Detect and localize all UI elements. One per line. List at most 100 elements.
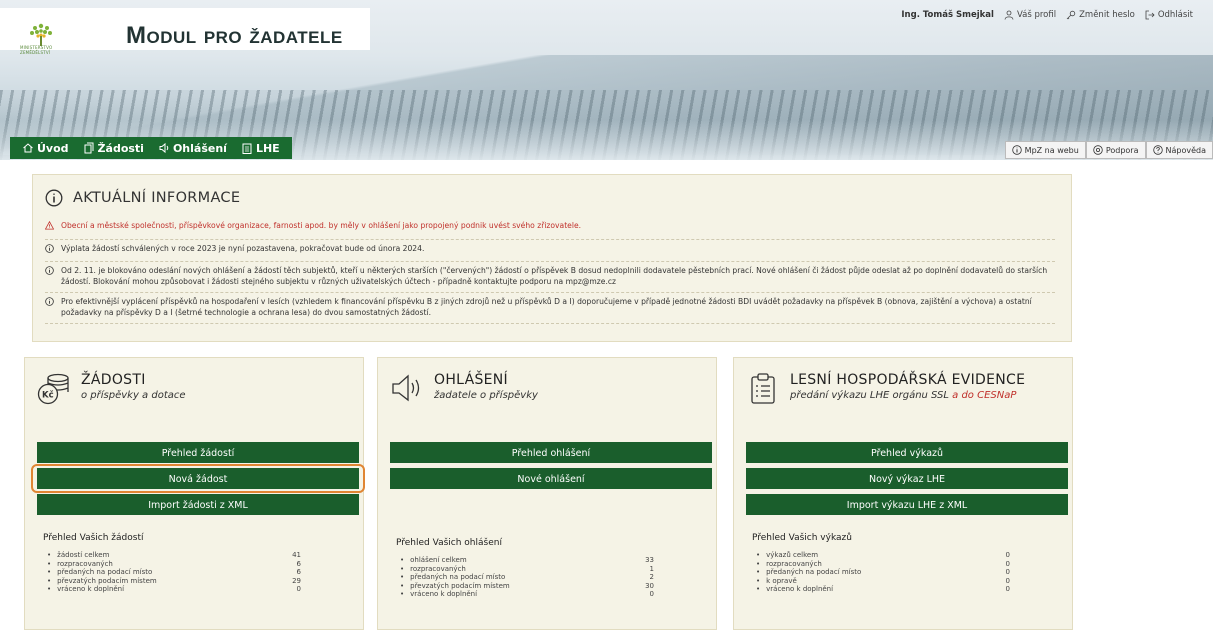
new-request-wrapper: Nová žádost bbox=[31, 464, 365, 493]
home-icon bbox=[23, 143, 33, 153]
info-message-text: Od 2. 11. je blokováno odeslání nových o… bbox=[61, 266, 1048, 286]
card-lhe: LESNÍ HOSPODÁŘSKÁ EVIDENCE předání výkaz… bbox=[733, 357, 1073, 630]
stats-value: 0 bbox=[296, 585, 301, 594]
stats-row: předaných na podací místo 2 bbox=[396, 573, 704, 582]
stats-row: předaných na podací místo 6 bbox=[43, 568, 351, 577]
card-header: LESNÍ HOSPODÁŘSKÁ EVIDENCE předání výkaz… bbox=[746, 372, 1060, 442]
mpz-web-label: MpZ na webu bbox=[1024, 145, 1079, 155]
warning-icon bbox=[44, 220, 55, 230]
nav-item-ohlaseni[interactable]: Ohlášení bbox=[158, 142, 227, 155]
user-name: Ing. Tomáš Smejkal bbox=[901, 10, 994, 20]
stats-row: předaných na podací místo 0 bbox=[752, 568, 1060, 577]
card-subtitle: žadatele o příspěvky bbox=[434, 390, 538, 401]
help-toolbar: MpZ na webu Podpora Nápověda bbox=[1004, 141, 1213, 159]
stats-label: vráceno k doplnění bbox=[396, 590, 477, 599]
info-icon bbox=[45, 266, 54, 275]
highlight-outline bbox=[31, 464, 365, 493]
stats-label: rozpracovaných bbox=[752, 560, 822, 569]
import-lhe-xml-button[interactable]: Import výkazu LHE z XML bbox=[746, 494, 1068, 515]
logout-label: Odhlásit bbox=[1157, 10, 1193, 20]
card-zadosti: Kč ŽÁDOSTI o příspěvky a dotace Přehled … bbox=[24, 357, 365, 630]
stats-value: 2 bbox=[649, 573, 654, 582]
stats-label: předaných na podací místo bbox=[43, 568, 152, 577]
stats-row: převzatých podacím místem 30 bbox=[396, 582, 704, 591]
mpz-web-button[interactable]: MpZ na webu bbox=[1004, 141, 1086, 159]
info-message: Od 2. 11. je blokováno odeslání nových o… bbox=[45, 262, 1055, 293]
stats-label: vráceno k doplnění bbox=[752, 585, 833, 594]
stats-row: vráceno k doplnění 0 bbox=[43, 585, 351, 594]
card-subtitle: o příspěvky a dotace bbox=[81, 390, 186, 401]
change-password-link[interactable]: Změnit heslo bbox=[1066, 10, 1135, 20]
stats-title: Přehled Vašich žádostí bbox=[43, 533, 144, 543]
stats-row: ohlášení celkem 33 bbox=[396, 556, 704, 565]
card-subtitle: předání výkazu LHE orgánu SSL a do CESNa… bbox=[790, 390, 1025, 401]
stats-row: výkazů celkem 0 bbox=[752, 551, 1060, 560]
help-label: Nápověda bbox=[1165, 145, 1207, 155]
nav-item-lhe[interactable]: LHE bbox=[241, 142, 280, 155]
stats-value: 0 bbox=[1005, 576, 1010, 585]
stats-label: převzatých podacím místem bbox=[43, 577, 157, 586]
speaker-icon bbox=[159, 142, 169, 154]
nav-label: Žádosti bbox=[97, 141, 144, 155]
info-message-text: Výplata žádostí schválených v roce 2023 … bbox=[61, 243, 425, 253]
logo-area: MINISTERSTVO ZEMĚDĚLSTVÍ Modul pro žadat… bbox=[0, 8, 370, 55]
overview-notifications-button[interactable]: Přehled ohlášení bbox=[390, 442, 712, 463]
nav-item-uvod[interactable]: Úvod bbox=[22, 142, 69, 155]
stats-row: k opravě 0 bbox=[752, 577, 1060, 586]
stats-row: rozpracovaných 0 bbox=[752, 560, 1060, 569]
stats-title: Přehled Vašich výkazů bbox=[752, 533, 852, 543]
svg-text:Kč: Kč bbox=[42, 390, 54, 401]
stats-value: 0 bbox=[1005, 551, 1010, 559]
header-banner: MINISTERSTVO ZEMĚDĚLSTVÍ Modul pro žadat… bbox=[0, 0, 1213, 160]
stats-label: rozpracovaných bbox=[43, 560, 113, 569]
documents-icon bbox=[84, 142, 94, 154]
logout-link[interactable]: Odhlásit bbox=[1145, 10, 1193, 20]
new-notification-button[interactable]: Nové ohlášení bbox=[390, 468, 712, 489]
info-icon bbox=[45, 243, 54, 253]
info-message-text: Obecní a městské společnosti, příspěvkov… bbox=[61, 221, 582, 230]
coins-kc-icon: Kč bbox=[37, 373, 69, 405]
profile-link[interactable]: Váš profil bbox=[1004, 10, 1056, 20]
nav-label: LHE bbox=[255, 141, 280, 155]
overview-requests-button[interactable]: Přehled žádostí bbox=[37, 442, 359, 463]
at-icon bbox=[1093, 145, 1103, 155]
import-request-xml-button[interactable]: Import žádosti z XML bbox=[37, 494, 359, 515]
clipboard-icon bbox=[242, 143, 252, 154]
overview-reports-button[interactable]: Přehled výkazů bbox=[746, 442, 1068, 463]
stats-row: rozpracovaných 6 bbox=[43, 560, 351, 569]
stats-label: vráceno k doplnění bbox=[43, 585, 124, 594]
stats-label: předaných na podací místo bbox=[396, 573, 505, 582]
clipboard-icon bbox=[751, 373, 775, 404]
stats-label: rozpracovaných bbox=[396, 565, 466, 574]
new-lhe-report-button[interactable]: Nový výkaz LHE bbox=[746, 468, 1068, 489]
stats-value: 41 bbox=[292, 551, 301, 559]
ministry-name: MINISTERSTVO ZEMĚDĚLSTVÍ bbox=[20, 45, 53, 55]
card-title: ŽÁDOSTI bbox=[81, 372, 146, 388]
stats-list: výkazů celkem 0 rozpracovaných 0 předaných… bbox=[746, 551, 1060, 594]
change-password-label: Změnit heslo bbox=[1079, 10, 1135, 20]
nav-item-zadosti[interactable]: Žádosti bbox=[83, 142, 144, 155]
stats-label: výkazů celkem bbox=[752, 551, 818, 560]
help-button[interactable]: Nápověda bbox=[1145, 141, 1213, 159]
info-icon bbox=[1011, 145, 1022, 155]
stats-value: 30 bbox=[645, 581, 654, 590]
support-button[interactable]: Podpora bbox=[1085, 141, 1146, 159]
current-info-panel: AKTUÁLNÍ INFORMACE Obecní a městské spol… bbox=[32, 174, 1072, 342]
info-message-warning: Obecní a městské společnosti, příspěvkov… bbox=[44, 217, 1055, 240]
stats-list: ohlášení celkem 33 rozpracovaných 1 předan… bbox=[390, 556, 704, 599]
stats-label: k opravě bbox=[752, 577, 797, 586]
stats-row: vráceno k doplnění 0 bbox=[752, 585, 1060, 594]
stats-value: 0 bbox=[649, 590, 654, 599]
nav-label: Ohlášení bbox=[172, 141, 227, 155]
key-icon bbox=[1066, 10, 1076, 20]
subtitle-main: předání výkazu LHE orgánu SSL bbox=[790, 390, 949, 401]
stats-list: žádostí celkem 41 rozpracovaných 6 předaný… bbox=[37, 551, 351, 594]
stats-row: rozpracovaných 1 bbox=[396, 565, 704, 574]
stats-value: 6 bbox=[296, 559, 301, 568]
card-title: LESNÍ HOSPODÁŘSKÁ EVIDENCE bbox=[790, 372, 1026, 388]
user-icon bbox=[1004, 10, 1014, 20]
stats-row: žádostí celkem 41 bbox=[43, 551, 351, 560]
stats-label: žádostí celkem bbox=[43, 551, 109, 560]
speaker-icon bbox=[392, 374, 420, 402]
